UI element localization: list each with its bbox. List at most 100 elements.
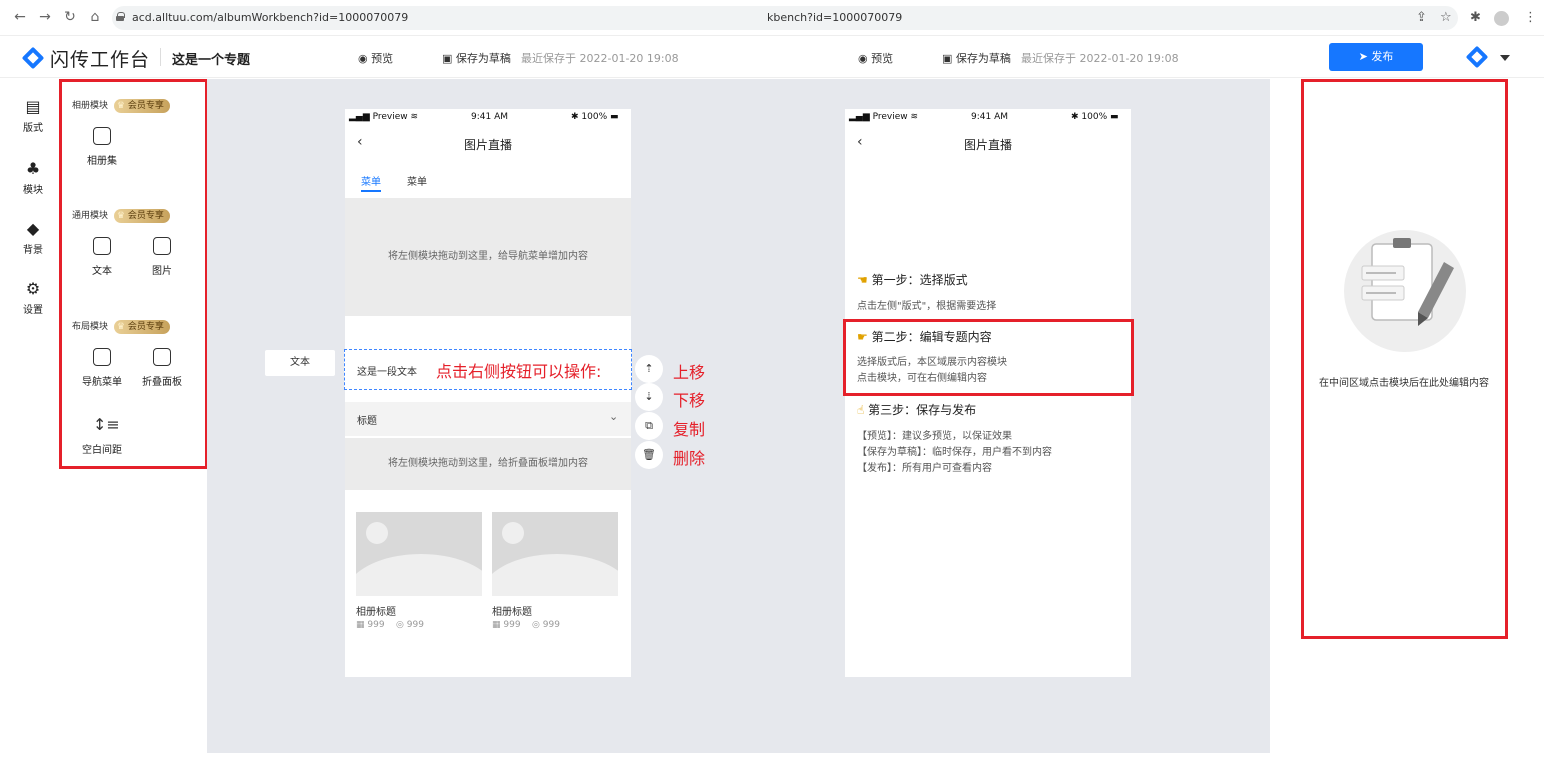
url-text: acd.alltuu.com/albumWorkbench?id=1000070… <box>132 11 409 24</box>
star-icon[interactable]: ☆ <box>1440 10 1452 26</box>
nav-tab-active[interactable]: 菜单 <box>361 173 381 192</box>
url-text-secondary: kbench?id=1000070079 <box>767 11 903 24</box>
save-draft-button-secondary[interactable]: ▣ 保存为草稿 <box>942 50 1011 66</box>
phone-status-bar: ▂▄▆ Preview ≋ 9:41 AM ✱ 100% ▬ <box>345 109 631 125</box>
extension-icon[interactable]: ✱ <box>1470 10 1481 26</box>
album-card[interactable]: 相册标题 ▦ 999 ◎ 999 <box>492 512 618 630</box>
publish-label: 发布 <box>1371 50 1394 63</box>
menu-icon[interactable]: ⋮ <box>1524 10 1537 26</box>
action-label-move-down: 下移 <box>673 391 706 410</box>
save-icon: ▣ <box>442 52 453 65</box>
rail-item-modules[interactable]: ♣ 模块 <box>6 159 60 196</box>
step-desc-3b: 【保存为草稿】：临时保存，用户看不到内容 <box>857 447 1052 458</box>
action-label-copy: 复制 <box>673 420 706 439</box>
project-name[interactable]: 这是一个专题 <box>172 49 250 68</box>
album-placeholder-image <box>492 512 618 596</box>
delete-icon[interactable]: 🗑 <box>635 441 663 469</box>
address-bar[interactable]: acd.alltuu.com/albumWorkbench?id=1000070… <box>112 6 1458 30</box>
chevron-down-icon[interactable] <box>1500 55 1510 61</box>
battery-text: ✱ 100% ▬ <box>1071 112 1119 122</box>
refresh-icon[interactable]: ↻ <box>62 9 78 25</box>
battery-text: ✱ 100% ▬ <box>571 112 619 122</box>
album-title: 相册标题 <box>356 607 396 618</box>
rail-label: 背景 <box>23 245 43 256</box>
save-draft-label: 保存为草稿 <box>455 52 511 65</box>
move-down-icon[interactable]: ⇣ <box>635 383 663 411</box>
highlight-box-step2 <box>843 319 1134 396</box>
home-icon[interactable]: ⌂ <box>87 9 103 25</box>
photo-icon: ▦ <box>492 620 501 630</box>
app-header: 闪传工作台 这是一个专题 ◉ 预览 ▣ 保存为草稿 最近保存于 2022-01-… <box>0 37 1544 78</box>
selected-text-block[interactable]: 这是一段文本 点击右侧按钮可以操作: <box>344 349 632 390</box>
highlight-box-properties <box>1301 79 1508 639</box>
eye-icon: ◎ <box>532 620 540 630</box>
rail-item-background[interactable]: ◆ 背景 <box>6 219 60 256</box>
step-title-3: ☝ 第三步：保存与发布 <box>857 403 977 417</box>
share-icon[interactable]: ⇪ <box>1416 10 1427 26</box>
rail-label: 版式 <box>23 123 43 134</box>
modules-icon: ♣ <box>25 159 41 178</box>
action-label-delete: 删除 <box>673 449 706 468</box>
step-desc-1: 点击左侧"版式"，根据需要选择 <box>857 301 997 312</box>
chevron-down-icon: ⌄ <box>609 410 619 423</box>
step-title-1: ☚ 第一步：选择版式 <box>857 273 968 287</box>
save-draft-button[interactable]: ▣ 保存为草稿 <box>442 50 511 66</box>
collapse-panel-header[interactable]: 标题 ⌄ <box>345 402 631 436</box>
nav-tab[interactable]: 菜单 <box>407 173 427 188</box>
album-meta: ▦ 999 ◎ 999 <box>492 620 560 630</box>
send-icon: ➤ <box>1358 50 1368 63</box>
lock-icon <box>116 12 125 21</box>
album-placeholder-image <box>356 512 482 596</box>
preview-label: 预览 <box>371 52 394 65</box>
rail-item-settings[interactable]: ⚙ 设置 <box>6 279 60 316</box>
settings-icon: ⚙ <box>25 279 41 298</box>
preview-label: 预览 <box>871 52 894 65</box>
save-icon: ▣ <box>942 52 953 65</box>
time-text: 9:41 AM <box>471 112 508 122</box>
paint-bucket-icon: ◆ <box>26 219 40 238</box>
layout-icon: ▤ <box>25 97 41 116</box>
left-rail: ▤ 版式 ♣ 模块 ◆ 背景 ⚙ 设置 <box>6 79 60 753</box>
phone-title: 图片直播 <box>963 138 1012 152</box>
back-icon[interactable]: ← <box>12 9 28 25</box>
user-avatar-icon[interactable] <box>1465 45 1489 69</box>
album-meta: ▦ 999 ◎ 999 <box>356 620 424 630</box>
step-desc-3a: 【预览】：建议多预览，以保证效果 <box>857 431 1012 442</box>
nav-drop-zone[interactable]: 将左侧模块拖动到这里，给导航菜单增加内容 <box>345 198 631 316</box>
eye-icon: ◎ <box>396 620 404 630</box>
collapse-drop-zone[interactable]: 将左侧模块拖动到这里，给折叠面板增加内容 <box>345 438 631 490</box>
pointing-hand-icon: ☝ <box>857 403 865 417</box>
last-saved-text: 最近保存于 2022-01-20 19:08 <box>521 52 679 65</box>
eye-icon: ◉ <box>858 52 868 65</box>
collapse-title: 标题 <box>357 416 377 427</box>
profile-icon[interactable] <box>1494 11 1509 26</box>
save-draft-label: 保存为草稿 <box>955 52 1011 65</box>
rail-item-layout[interactable]: ▤ 版式 <box>6 97 60 134</box>
copy-icon[interactable]: ⧉ <box>635 412 663 440</box>
album-card[interactable]: 相册标题 ▦ 999 ◎ 999 <box>356 512 482 630</box>
last-saved-text: 最近保存于 2022-01-20 19:08 <box>1021 52 1179 65</box>
text-block-content: 这是一段文本 <box>357 367 417 378</box>
time-text: 9:41 AM <box>971 112 1008 122</box>
header-divider <box>160 48 161 66</box>
app-title: 闪传工作台 <box>50 49 151 71</box>
move-up-icon[interactable]: ⇡ <box>635 355 663 383</box>
action-label-move-up: 上移 <box>673 363 706 382</box>
highlight-box-modules <box>59 79 208 469</box>
phone-preview-editor: ▂▄▆ Preview ≋ 9:41 AM ✱ 100% ▬ ‹ 图片直播 菜单… <box>345 109 631 677</box>
dragging-module-tag[interactable]: 文本 <box>265 350 335 376</box>
photo-icon: ▦ <box>356 620 365 630</box>
eye-icon: ◉ <box>358 52 368 65</box>
browser-toolbar: ← → ↻ ⌂ acd.alltuu.com/albumWorkbench?id… <box>0 0 1544 36</box>
forward-icon[interactable]: → <box>37 9 53 25</box>
rail-label: 模块 <box>23 185 43 196</box>
annotation-text: 点击右侧按钮可以操作: <box>436 362 602 381</box>
preview-button[interactable]: ◉ 预览 <box>358 50 393 66</box>
preview-button-secondary[interactable]: ◉ 预览 <box>858 50 893 66</box>
album-title: 相册标题 <box>492 607 532 618</box>
carrier-text: ▂▄▆ Preview ≋ <box>349 112 419 122</box>
carrier-text: ▂▄▆ Preview ≋ <box>849 112 919 122</box>
publish-button[interactable]: ➤ 发布 <box>1329 43 1423 71</box>
phone-title: 图片直播 <box>463 138 512 152</box>
step-desc-3c: 【发布】：所有用户可查看内容 <box>857 463 992 474</box>
